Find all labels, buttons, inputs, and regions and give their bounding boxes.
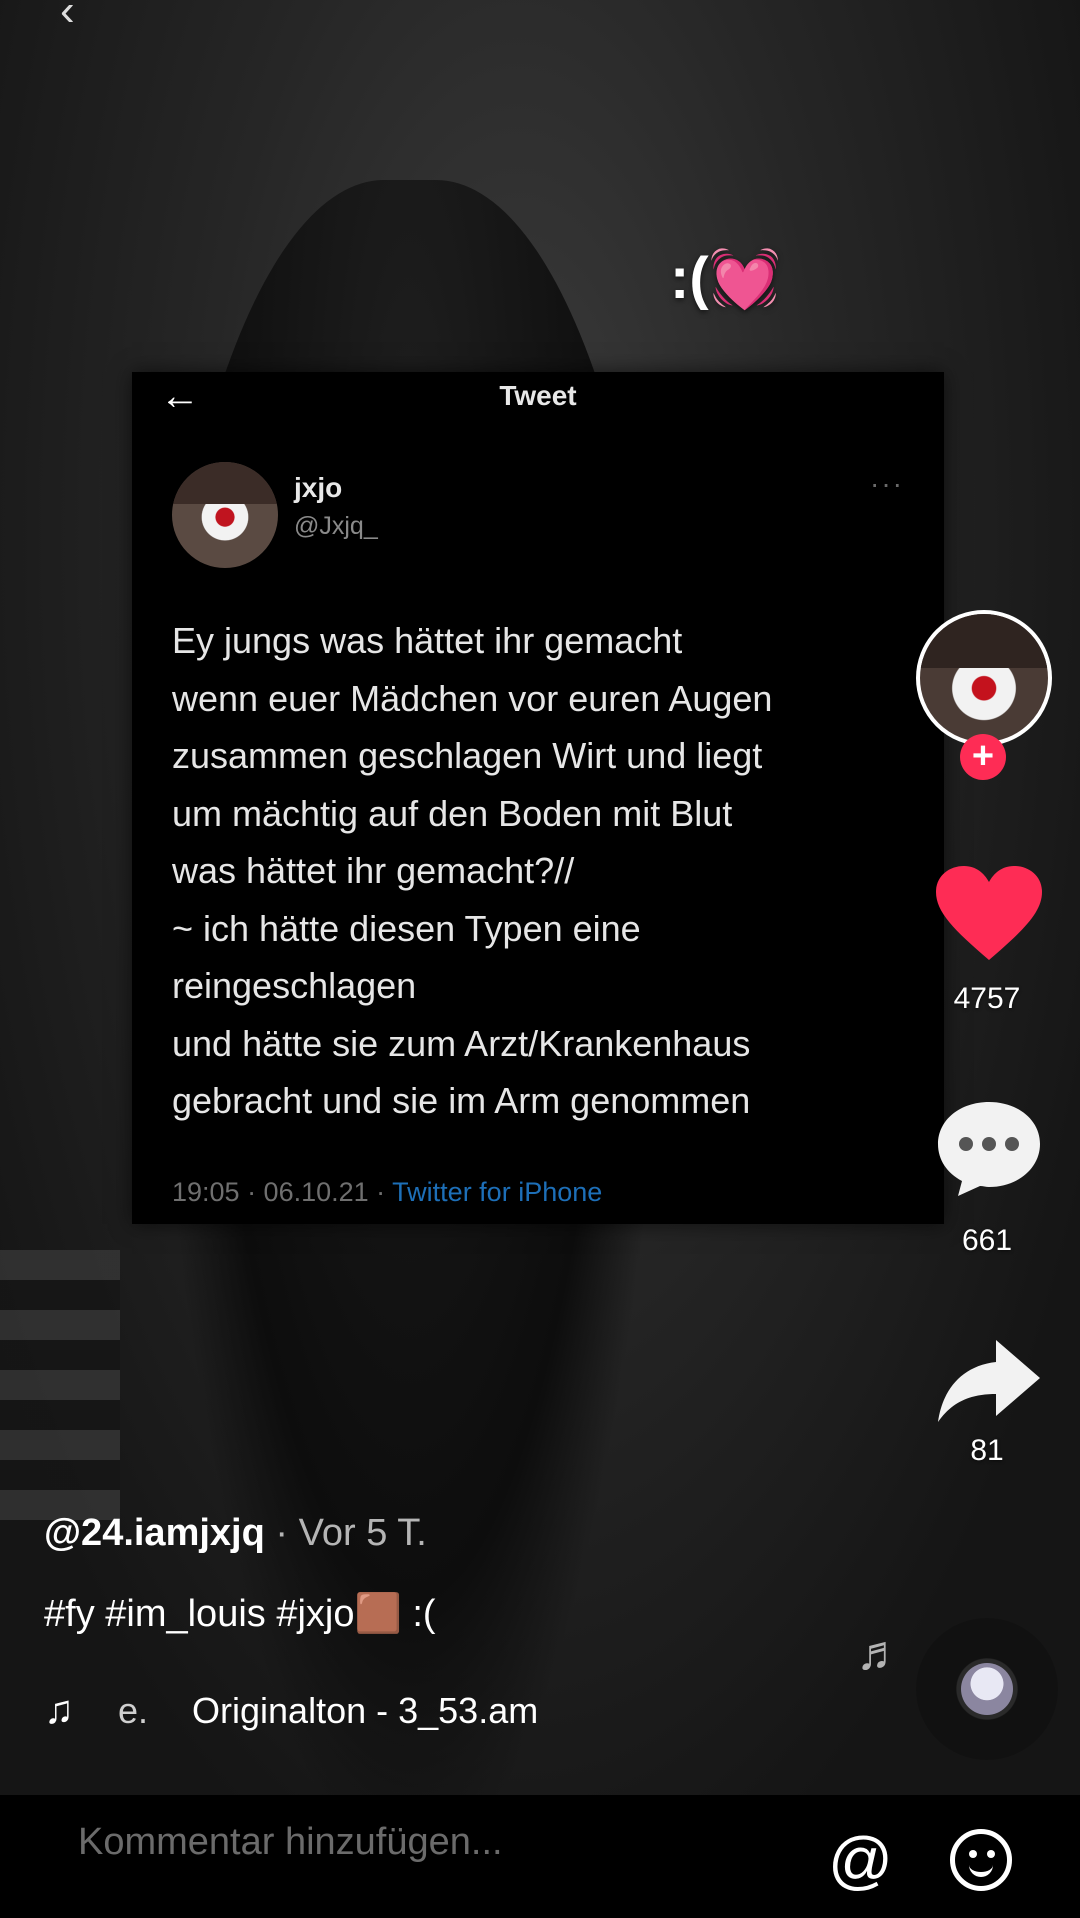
comment-count: 661	[961, 1224, 1013, 1257]
music-note-icon: ♫	[44, 1688, 74, 1732]
music-disc[interactable]	[916, 1618, 1058, 1760]
share-count: 81	[970, 1434, 1004, 1467]
music-disc-cover	[961, 1663, 1013, 1715]
creator-avatar[interactable]	[916, 610, 1052, 746]
tweet-username: jxjo	[294, 472, 343, 503]
post-description[interactable]: #fy #im_louis #jxjo🟫 :(	[44, 1592, 436, 1636]
tweet-source: Twitter for iPhone	[392, 1177, 603, 1207]
comment-bubble-icon[interactable]	[934, 1098, 1044, 1200]
tweet-screenshot: ← Tweet jxjo @Jxjq_ ··· Ey jungs was hät…	[132, 372, 944, 1224]
video-caption-overlay: :(💓	[670, 246, 781, 311]
back-arrow-icon[interactable]: ‹	[60, 0, 75, 36]
tweet-body: Ey jungs was hättet ihr gemacht wenn eue…	[172, 620, 773, 1121]
tweet-more-icon: ···	[870, 468, 904, 499]
emoji-eye-left	[969, 1850, 977, 1858]
post-author-line: @24.iamjxjq · Vor 5 T.	[44, 1512, 427, 1555]
tweet-handle: @Jxjq_	[294, 512, 378, 540]
emoji-icon[interactable]	[950, 1829, 1012, 1891]
emoji-mouth	[969, 1860, 993, 1877]
music-title: Originalton - 3_53.am	[192, 1690, 539, 1731]
music-info[interactable]: ♫ e. Originalton - 3_53.am	[44, 1688, 538, 1733]
post-age: · Vor 5 T.	[264, 1512, 427, 1554]
background-stripes	[0, 1250, 120, 1550]
emoji-eye-right	[987, 1850, 995, 1858]
tweet-header-title: Tweet	[499, 380, 577, 411]
share-arrow-icon[interactable]	[934, 1336, 1044, 1426]
tweet-avatar	[172, 462, 278, 568]
like-count: 4757	[953, 982, 1021, 1015]
comment-bar: Kommentar hinzufügen... @	[0, 1795, 1080, 1918]
mention-at-icon[interactable]: @	[828, 1823, 893, 1897]
floating-music-note-icon: ♬	[856, 1627, 904, 1680]
tweet-timestamp: 19:05 · 06.10.21 ·	[172, 1177, 393, 1207]
tweet-meta: 19:05 · 06.10.21 · Twitter for iPhone	[172, 1177, 602, 1208]
post-author[interactable]: @24.iamjxjq	[44, 1512, 265, 1554]
follow-plus-icon[interactable]: +	[960, 734, 1006, 780]
like-heart-icon[interactable]	[934, 864, 1044, 964]
comment-input[interactable]: Kommentar hinzufügen...	[78, 1821, 503, 1864]
music-scroll-fragment: e.	[118, 1690, 149, 1731]
